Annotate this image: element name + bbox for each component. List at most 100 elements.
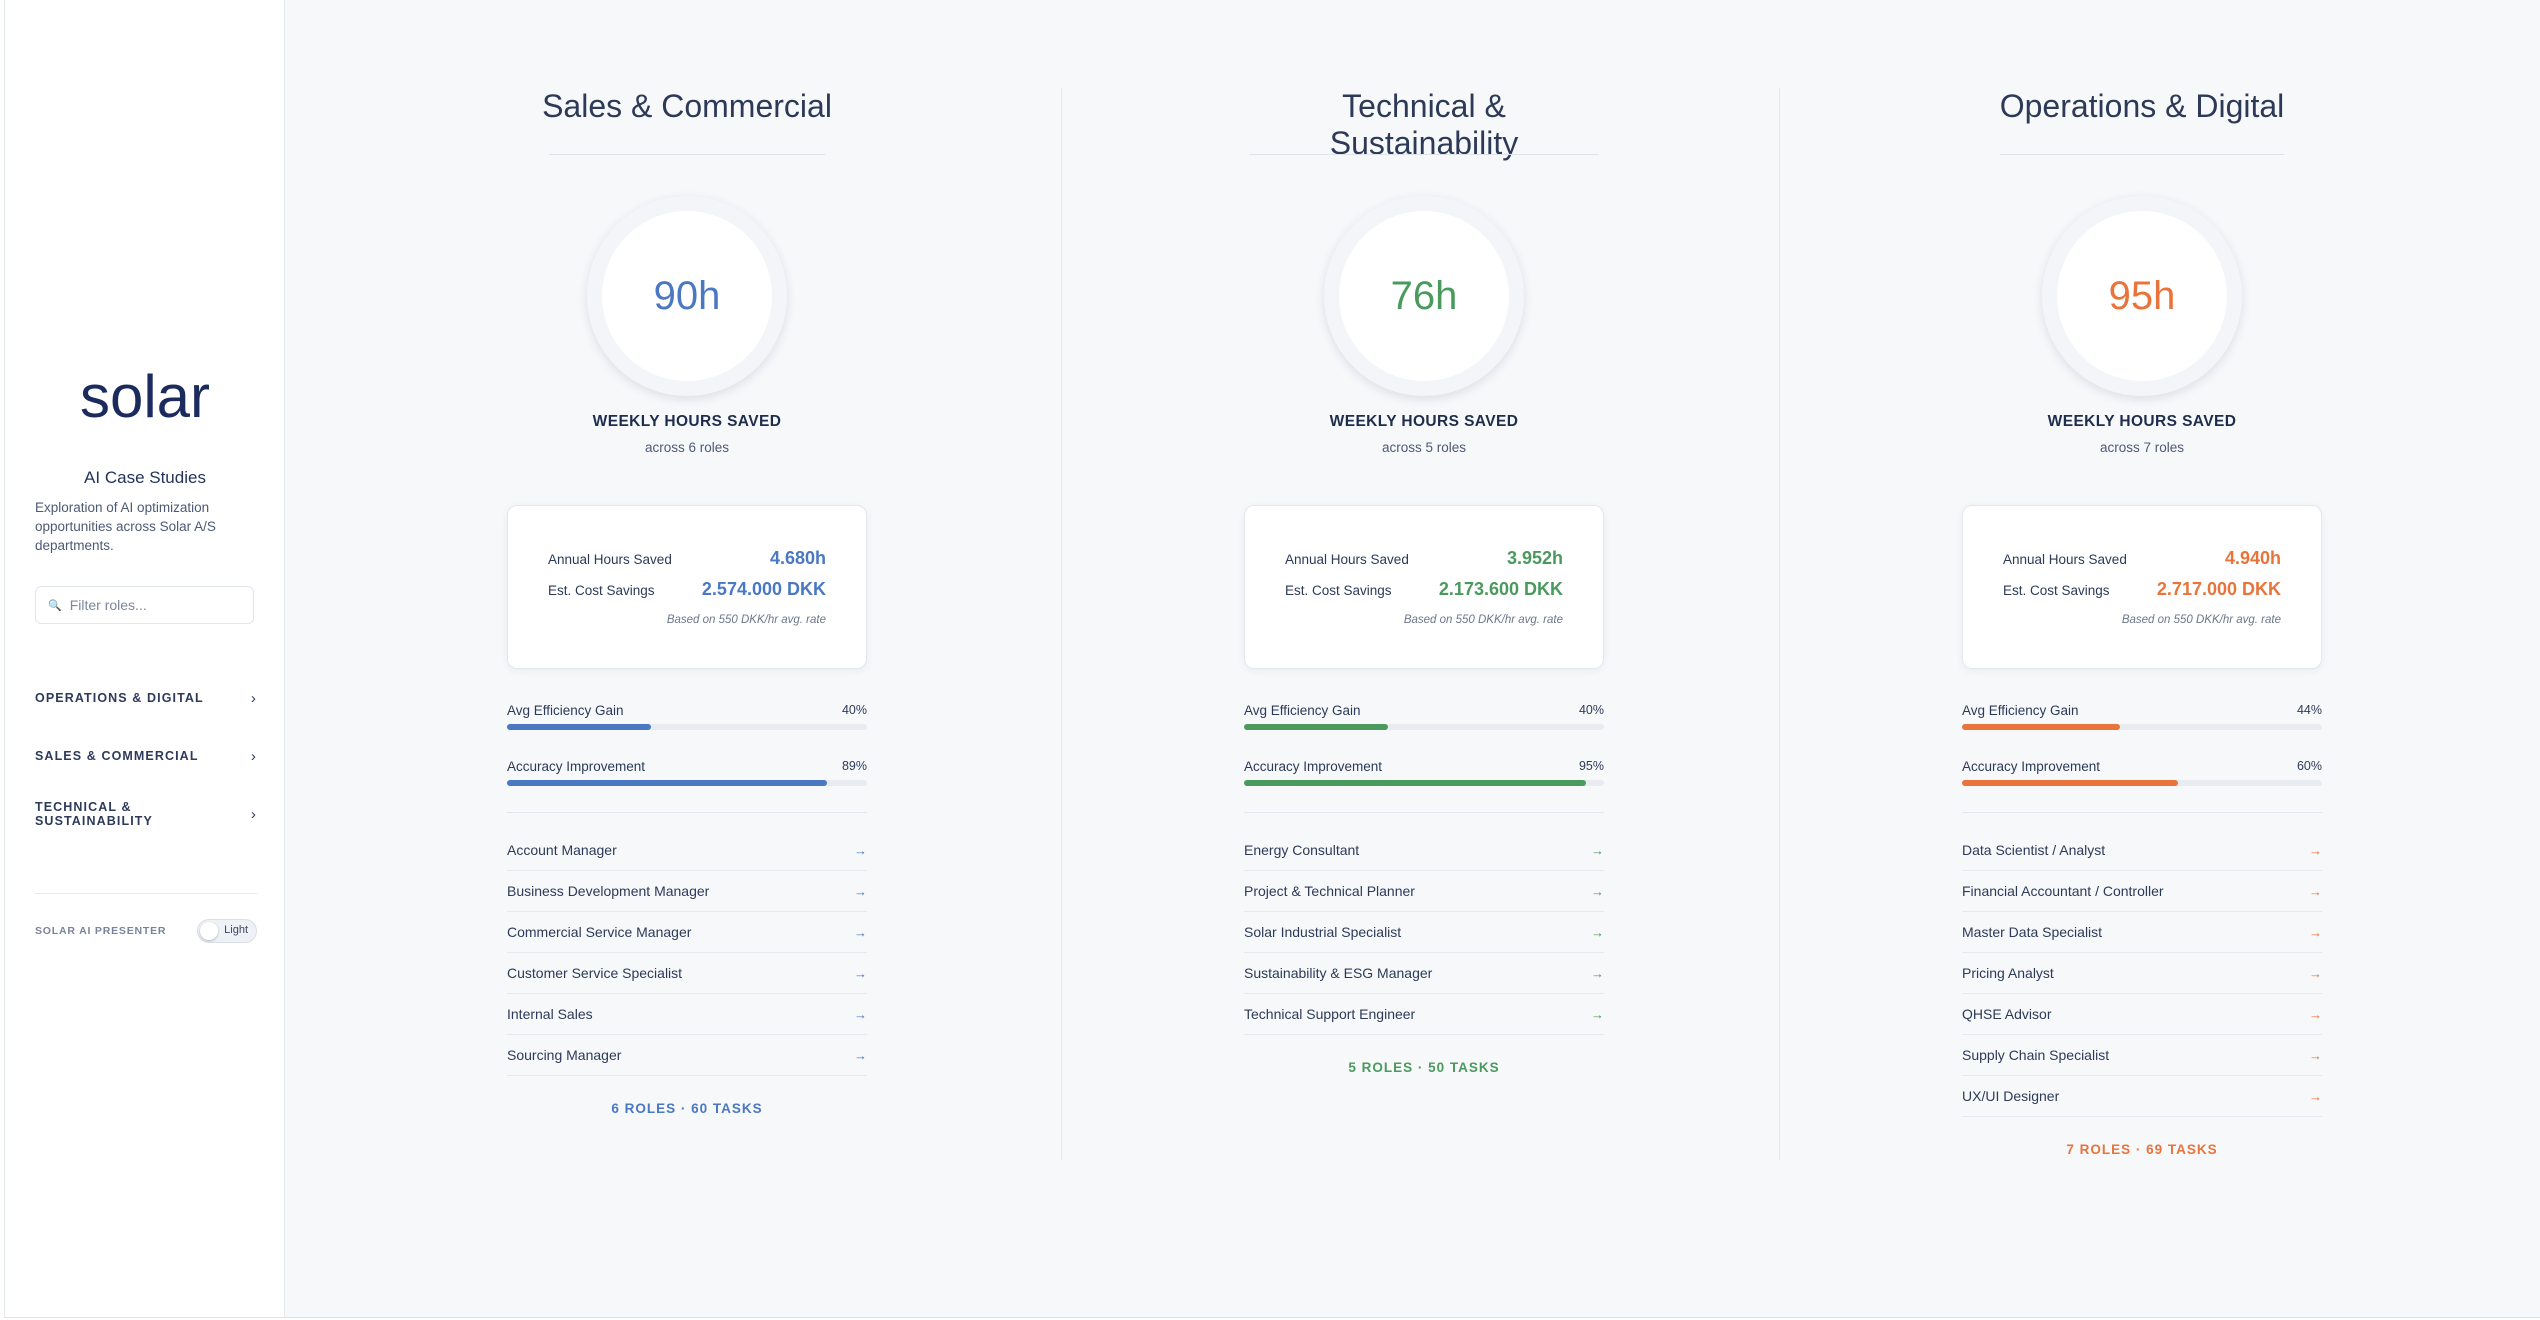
role-item[interactable]: Business Development Manager → — [507, 871, 867, 912]
app-window: solar AI Case Studies Exploration of AI … — [4, 0, 2540, 1318]
role-name: QHSE Advisor — [1962, 1006, 2052, 1022]
arrow-right-icon: → — [1591, 842, 1604, 858]
column-divider — [1061, 88, 1062, 1160]
role-item[interactable]: Sourcing Manager → — [507, 1035, 867, 1076]
chevron-right-icon: › — [250, 805, 257, 823]
search-icon: 🔍 — [48, 599, 62, 612]
role-name: Solar Industrial Specialist — [1244, 924, 1402, 940]
role-name: Sourcing Manager — [507, 1047, 622, 1063]
accuracy-percent: 60% — [2296, 759, 2322, 773]
title-underline — [549, 154, 825, 155]
role-item[interactable]: Commercial Service Manager → — [507, 912, 867, 953]
cost-savings-row: Est. Cost Savings 2.717.000 DKK — [2003, 579, 2281, 600]
arrow-right-icon: → — [854, 1006, 867, 1022]
role-item[interactable]: Financial Accountant / Controller → — [1962, 871, 2322, 912]
chevron-right-icon: › — [250, 747, 257, 765]
solar-logo: solar — [79, 363, 211, 430]
arrow-right-icon: → — [2309, 883, 2322, 899]
efficiency-progress-fill — [1962, 724, 2121, 730]
role-item[interactable]: Solar Industrial Specialist → — [1244, 912, 1604, 953]
role-name: Business Development Manager — [507, 883, 710, 899]
savings-card: Annual Hours Saved 3.952h Est. Cost Savi… — [1244, 505, 1604, 669]
accuracy-metric: Accuracy Improvement 89% — [507, 759, 867, 786]
cost-savings-row: Est. Cost Savings 2.173.600 DKK — [1285, 579, 1563, 600]
role-name: Energy Consultant — [1244, 842, 1360, 858]
annual-hours-label: Annual Hours Saved — [1285, 552, 1409, 567]
main-content: Sales & Commercial 90h WEEKLY HOURS SAVE… — [285, 0, 2540, 1317]
annual-hours-label: Annual Hours Saved — [2003, 552, 2127, 567]
role-name: Internal Sales — [507, 1006, 593, 1022]
role-item[interactable]: Pricing Analyst → — [1962, 953, 2322, 994]
weekly-hours-value: 95h — [2108, 273, 2176, 318]
accuracy-progress-track — [1962, 780, 2322, 786]
role-name: Customer Service Specialist — [507, 965, 683, 981]
roles-count-text: across 5 roles — [1381, 440, 1467, 455]
role-item[interactable]: Sustainability & ESG Manager → — [1244, 953, 1604, 994]
accuracy-metric: Accuracy Improvement 95% — [1244, 759, 1604, 786]
role-name: Project & Technical Planner — [1244, 883, 1415, 899]
sidebar-item-label: OPERATIONS & DIGITAL — [35, 691, 204, 705]
cost-savings-row: Est. Cost Savings 2.574.000 DKK — [548, 579, 826, 600]
cost-savings-label: Est. Cost Savings — [2003, 583, 2110, 598]
roles-tasks-summary: 6 ROLES · 60 TASKS — [611, 1101, 763, 1116]
accuracy-metric: Accuracy Improvement 60% — [1962, 759, 2322, 786]
rate-note: Based on 550 DKK/hr avg. rate — [666, 614, 826, 626]
role-item[interactable]: Internal Sales → — [507, 994, 867, 1035]
efficiency-metric: Avg Efficiency Gain 40% — [1244, 703, 1604, 730]
sidebar-item-technical-sustainability[interactable]: TECHNICAL & SUSTAINABILITY › — [35, 800, 257, 828]
filter-box[interactable]: 🔍 — [35, 586, 254, 624]
department-title: Technical & Sustainability — [1329, 88, 1519, 161]
efficiency-metric: Avg Efficiency Gain 44% — [1962, 703, 2322, 730]
role-item[interactable]: Project & Technical Planner → — [1244, 871, 1604, 912]
efficiency-label: Avg Efficiency Gain — [507, 703, 624, 718]
sidebar-description: Exploration of AI optimization opportuni… — [35, 500, 216, 553]
department-title: Sales & Commercial — [542, 88, 832, 124]
efficiency-metric: Avg Efficiency Gain 40% — [507, 703, 867, 730]
sidebar-divider — [35, 893, 257, 894]
role-item[interactable]: Account Manager → — [507, 830, 867, 871]
role-item[interactable]: Master Data Specialist → — [1962, 912, 2322, 953]
accuracy-progress-fill — [507, 780, 828, 786]
sidebar-item-sales-commercial[interactable]: SALES & COMMERCIAL › — [35, 744, 257, 768]
weekly-hours-label: WEEKLY HOURS SAVED — [592, 413, 782, 430]
cost-savings-value: 2.574.000 DKK — [701, 579, 826, 599]
efficiency-progress-fill — [1244, 724, 1388, 730]
role-item[interactable]: QHSE Advisor → — [1962, 994, 2322, 1035]
theme-toggle-label: Light — [224, 924, 248, 936]
cost-savings-label: Est. Cost Savings — [548, 583, 655, 598]
weekly-hours-ring: 76h — [1324, 196, 1524, 396]
weekly-hours-label: WEEKLY HOURS SAVED — [2047, 413, 2237, 430]
accuracy-label: Accuracy Improvement — [1244, 759, 1383, 774]
role-name: Master Data Specialist — [1962, 924, 2103, 940]
title-underline — [1249, 154, 1599, 155]
weekly-hours-value: 90h — [653, 273, 721, 318]
role-name: Data Scientist / Analyst — [1962, 842, 2106, 858]
role-item[interactable]: Technical Support Engineer → — [1244, 994, 1604, 1035]
efficiency-percent: 40% — [1578, 703, 1604, 717]
role-name: Pricing Analyst — [1962, 965, 2054, 981]
arrow-right-icon: → — [2309, 842, 2322, 858]
sidebar-item-operations-digital[interactable]: OPERATIONS & DIGITAL › — [35, 686, 257, 710]
accuracy-label: Accuracy Improvement — [1962, 759, 2101, 774]
annual-hours-row: Annual Hours Saved 4.680h — [548, 548, 826, 569]
role-name: UX/UI Designer — [1962, 1088, 2060, 1104]
role-item[interactable]: Energy Consultant → — [1244, 830, 1604, 871]
role-item[interactable]: Data Scientist / Analyst → — [1962, 830, 2322, 871]
accuracy-percent: 95% — [1578, 759, 1604, 773]
theme-toggle[interactable]: Light — [197, 919, 257, 943]
roles-count-text: across 6 roles — [644, 440, 730, 455]
filter-roles-input[interactable] — [69, 597, 240, 613]
role-list: Data Scientist / Analyst → Financial Accou… — [1962, 830, 2322, 1117]
metrics-divider — [1962, 812, 2322, 813]
roles-tasks-summary: 5 ROLES · 50 TASKS — [1348, 1060, 1500, 1075]
accuracy-progress-track — [507, 780, 867, 786]
role-item[interactable]: Customer Service Specialist → — [507, 953, 867, 994]
role-item[interactable]: Supply Chain Specialist → — [1962, 1035, 2322, 1076]
arrow-right-icon: → — [854, 965, 867, 981]
efficiency-progress-track — [507, 724, 867, 730]
role-name: Supply Chain Specialist — [1962, 1047, 2110, 1063]
accuracy-progress-track — [1244, 780, 1604, 786]
role-item[interactable]: UX/UI Designer → — [1962, 1076, 2322, 1117]
role-list: Energy Consultant → Project & Technical Pl… — [1244, 830, 1604, 1035]
role-name: Sustainability & ESG Manager — [1244, 965, 1433, 981]
